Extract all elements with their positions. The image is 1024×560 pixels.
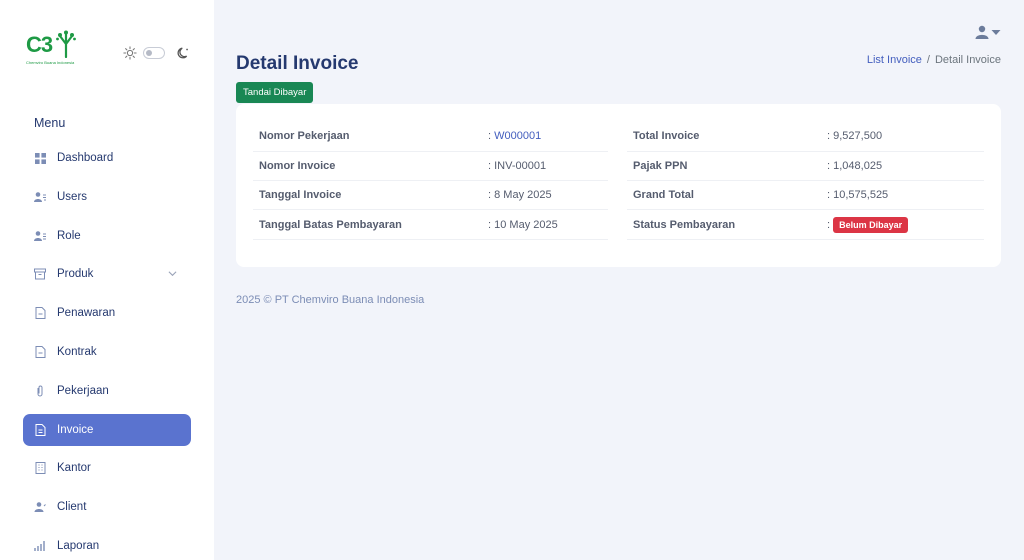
table-row: Nomor Pekerjaan : W000001 (253, 122, 608, 152)
nomor-pekerjaan-label: Nomor Pekerjaan (253, 122, 488, 152)
status-pembayaran-label: Status Pembayaran (627, 209, 827, 240)
person-icon (34, 501, 46, 513)
sidebar-item-label: Users (57, 190, 88, 203)
file-icon (34, 307, 46, 320)
sidebar-item-label: Pekerjaan (57, 384, 109, 397)
total-invoice-label: Total Invoice (627, 122, 827, 152)
sidebar-item-laporan[interactable]: Laporan (23, 530, 191, 560)
sidebar-item-kantor[interactable]: Kantor (23, 452, 191, 484)
invoice-info-table: Nomor Pekerjaan : W000001 Nomor Invoice … (253, 122, 608, 240)
nomor-invoice-label: Nomor Invoice (253, 151, 488, 182)
table-row: Total Invoice : 9,527,500 (627, 122, 984, 152)
nomor-invoice-value: : INV-00001 (488, 151, 608, 182)
sidebar-item-penawaran[interactable]: Penawaran (23, 297, 191, 329)
nomor-pekerjaan-value: : W000001 (488, 122, 608, 152)
bar-chart-icon (34, 540, 46, 552)
user-icon (975, 25, 989, 39)
total-invoice-value: : 9,527,500 (827, 122, 984, 152)
sidebar-item-label: Kontrak (57, 345, 97, 358)
moon-icon (177, 47, 188, 59)
job-number-link[interactable]: W000001 (494, 130, 541, 142)
menu-title: Menu (34, 116, 66, 130)
grand-total-amount: 10,575,525 (833, 189, 889, 202)
invoice-amount-table: Total Invoice : 9,527,500 Pajak PPN : 1,… (627, 122, 984, 240)
sidebar-item-label: Dashboard (57, 152, 114, 164)
paperclip-icon (34, 385, 46, 397)
breadcrumb-separator: / (926, 54, 930, 66)
sidebar-menu: Dashboard Users Role Produk Penawaran Ko… (23, 142, 191, 560)
chevron-down-icon (168, 271, 177, 277)
dark-mode-switch[interactable] (143, 47, 165, 59)
table-row: Tanggal Invoice : 8 May 2025 (253, 180, 608, 211)
table-row: Status Pembayaran : Belum Dibayar (627, 209, 984, 240)
file-text-icon (34, 423, 46, 436)
footer-copyright: 2025 © PT Chemviro Buana Indonesia (236, 294, 425, 306)
tanggal-invoice-value: : 8 May 2025 (488, 180, 608, 211)
caret-down-icon (991, 30, 1001, 35)
sidebar-item-role[interactable]: Role (23, 220, 191, 252)
sidebar-item-label: Client (57, 501, 87, 514)
table-row: Grand Total : 10,575,525 (627, 180, 984, 211)
table-row: Pajak PPN : 1,048,025 (627, 151, 984, 182)
sidebar-item-label: Kantor (57, 462, 91, 475)
archive-icon (34, 268, 46, 280)
sidebar-item-client[interactable]: Client (23, 491, 191, 523)
mark-paid-button[interactable]: Tandai Dibayar (236, 82, 314, 103)
users-icon (34, 191, 46, 203)
tanggal-batas-label: Tanggal Batas Pembayaran (253, 209, 488, 240)
logo-text: C3 (26, 32, 53, 57)
role-icon (34, 230, 46, 242)
breadcrumb-list-invoice-link[interactable]: List Invoice (867, 54, 922, 66)
tanggal-invoice-label: Tanggal Invoice (253, 180, 488, 211)
sidebar-item-label: Invoice (57, 423, 94, 436)
breadcrumb: List Invoice / Detail Invoice (867, 54, 1001, 66)
invoice-number: INV-00001 (494, 159, 547, 172)
tree-logo-icon (56, 30, 76, 58)
file-minus-icon (34, 345, 46, 358)
brand-logo[interactable]: C3 Chemviro Buana Indonesia (26, 30, 80, 72)
sidebar-item-label: Penawaran (57, 307, 116, 320)
sidebar: C3 Chemviro Buana Indonesia Menu Dashboa… (0, 0, 214, 560)
sidebar-item-invoice[interactable]: Invoice (23, 413, 191, 446)
sidebar-item-kontrak[interactable]: Kontrak (23, 336, 191, 368)
sidebar-item-label: Role (57, 229, 81, 242)
tax-amount: 1,048,025 (833, 159, 883, 172)
sidebar-item-dashboard[interactable]: Dashboard (23, 142, 191, 174)
building-icon (34, 462, 46, 475)
status-badge: Belum Dibayar (833, 216, 909, 233)
invoice-date: 8 May 2025 (494, 189, 552, 202)
tanggal-batas-value: : 10 May 2025 (488, 209, 608, 240)
sidebar-item-label: Laporan (57, 539, 100, 552)
invoice-detail-card: Nomor Pekerjaan : W000001 Nomor Invoice … (236, 104, 1001, 267)
sidebar-item-label: Produk (57, 268, 94, 281)
grand-total-label: Grand Total (627, 180, 827, 211)
pajak-ppn-value: : 1,048,025 (827, 151, 984, 182)
page-title: Detail Invoice (236, 53, 359, 74)
table-row: Tanggal Batas Pembayaran : 10 May 2025 (253, 209, 608, 240)
theme-toggle (123, 46, 191, 60)
status-pembayaran-value: : Belum Dibayar (827, 209, 984, 240)
pajak-ppn-label: Pajak PPN (627, 151, 827, 182)
grand-total-value: : 10,575,525 (827, 180, 984, 211)
switch-knob (146, 50, 152, 56)
logo-tagline: Chemviro Buana Indonesia (26, 60, 75, 65)
due-date: 10 May 2025 (494, 218, 558, 231)
sun-icon (123, 46, 137, 60)
sidebar-item-pekerjaan[interactable]: Pekerjaan (23, 375, 191, 407)
table-row: Nomor Invoice : INV-00001 (253, 151, 608, 182)
sidebar-item-produk[interactable]: Produk (23, 258, 191, 290)
grid-icon (34, 152, 46, 164)
user-menu[interactable] (975, 25, 1001, 39)
breadcrumb-current: Detail Invoice (934, 54, 1001, 66)
sidebar-item-users[interactable]: Users (23, 181, 191, 213)
total-amount: 9,527,500 (833, 130, 883, 143)
